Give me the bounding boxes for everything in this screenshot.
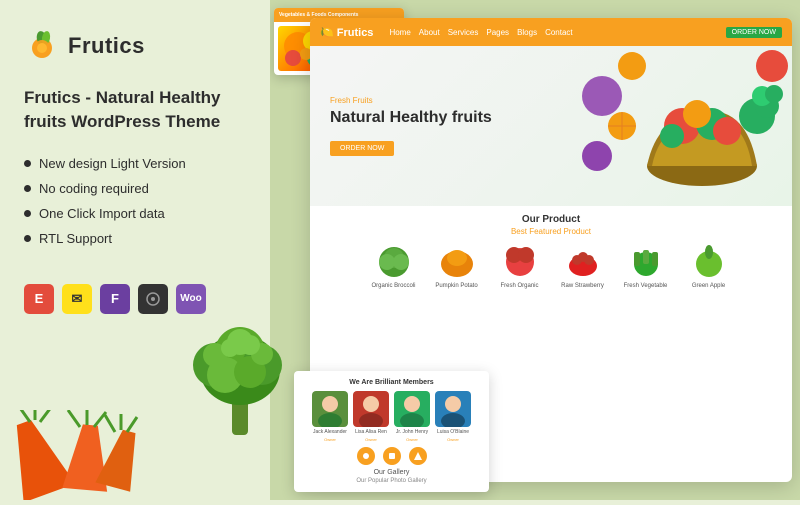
feature-item-3: One Click Import data [24,206,246,221]
product-img-6 [689,242,729,280]
ms-products: Our Product Best Featured Product Organi… [310,206,792,297]
gallery-title: Our Gallery [302,469,481,476]
order-btn[interactable]: ORDER NOW [726,27,782,38]
feature-item-1: New design Light Version [24,156,246,171]
member-name-1: Jack Alexander [313,429,347,435]
logo-icon [24,28,60,64]
logo-text: Frutics [68,33,145,59]
products-subtitle: Best Featured Product [324,227,778,236]
team-member-1: Jack Alexander Owner [312,391,348,442]
product-img-4 [563,242,603,280]
product-card-2: Pumpkin Potato [429,242,484,289]
avatar-1 [312,391,348,427]
plugin-icons: E ✉ F Woo [24,284,246,314]
carrots-decoration [10,410,140,500]
ms-header: 🍋 Frutics Home About Services Pages Blog… [310,18,792,46]
woocommerce-icon: Woo [176,284,206,314]
nav-pages: Pages [486,28,509,37]
team-icons-row [302,447,481,465]
product-img-3 [500,242,540,280]
products-title: Our Product [324,214,778,225]
nav-contact: Contact [545,28,573,37]
feature-item-4: RTL Support [24,231,246,246]
product-img-2 [437,242,477,280]
bullet-2 [24,185,31,192]
team-members: Jack Alexander Owner Lisa Alisa Ren Owne… [302,391,481,442]
hero-btn[interactable]: ORDER NOW [330,141,394,156]
logo-area: Frutics [24,28,246,64]
right-panel: Vegetables & Foods Components [270,0,800,500]
nav-about: About [419,28,440,37]
gallery-sub: Our Popular Photo Gallery [302,478,481,484]
member-name-4: Luisa O'Blaine [437,429,469,435]
product-card-6: Green Apple [681,242,736,289]
ms-nav: Home About Services Pages Blogs Contact [389,28,572,37]
ms-logo: 🍋 Frutics [320,26,373,39]
team-member-3: Jr. John Henry Owner [394,391,430,442]
member-role-3: Owner [406,437,418,442]
feature-item-2: No coding required [24,181,246,196]
avatar-3 [394,391,430,427]
mailchimp-icon: ✉ [62,284,92,314]
team-member-4: Luisa O'Blaine Owner [435,391,471,442]
product-card-5: Fresh Vegetable [618,242,673,289]
product-img-1 [374,242,414,280]
team-icon-1 [357,447,375,465]
team-screenshot: We Are Brilliant Members Jack Alexander … [294,371,489,492]
features-list: New design Light Version No coding requi… [24,156,246,256]
bullet-1 [24,160,31,167]
member-role-2: Owner [365,437,377,442]
team-title: We Are Brilliant Members [302,379,481,386]
hero-tag: Fresh Fruits [330,96,492,105]
bullet-4 [24,235,31,242]
team-icon-2 [383,447,401,465]
member-role-1: Owner [324,437,336,442]
avatar-2 [353,391,389,427]
product-img-5 [626,242,666,280]
revolution-icon [138,284,168,314]
bullet-3 [24,210,31,217]
ms-hero: Fresh Fruits Natural Healthy fruits ORDE… [310,46,792,206]
product-card-4: Raw Strawberry [555,242,610,289]
product-title: Frutics - Natural Healthy fruits WordPre… [24,86,246,134]
product-row: Organic Broccoli Pumpkin Potato [324,242,778,289]
nav-home: Home [389,28,410,37]
nav-blogs: Blogs [517,28,537,37]
product-name-1: Organic Broccoli [366,283,421,289]
product-name-6: Green Apple [681,283,736,289]
product-name-4: Raw Strawberry [555,283,610,289]
hero-fruits [572,46,792,206]
product-name-2: Pumpkin Potato [429,283,484,289]
hero-title: Natural Healthy fruits [330,108,492,129]
team-icon-3 [409,447,427,465]
elementor-icon: E [24,284,54,314]
flatsome-icon: F [100,284,130,314]
team-member-2: Lisa Alisa Ren Owner [353,391,389,442]
avatar-4 [435,391,471,427]
member-name-2: Lisa Alisa Ren [355,429,387,435]
product-name-5: Fresh Vegetable [618,283,673,289]
product-card-1: Organic Broccoli [366,242,421,289]
product-name-3: Fresh Organic [492,283,547,289]
nav-services: Services [448,28,479,37]
product-card-3: Fresh Organic [492,242,547,289]
member-name-3: Jr. John Henry [396,429,428,435]
left-panel: Frutics Frutics - Natural Healthy fruits… [0,0,270,500]
hero-text: Fresh Fruits Natural Healthy fruits ORDE… [330,96,492,156]
member-role-4: Owner [447,437,459,442]
